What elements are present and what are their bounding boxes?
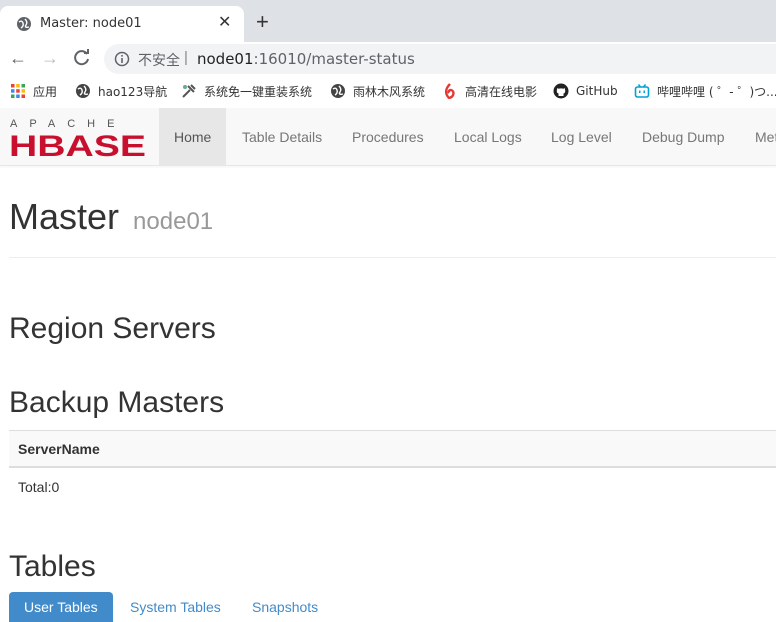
github-icon [553, 83, 569, 99]
bookmark-label: 雨林木风系统 [353, 84, 426, 99]
region-servers-heading: Region Servers [9, 312, 216, 345]
globe-icon [76, 84, 90, 98]
globe-icon [17, 17, 31, 31]
bookmark-label: 应用 [33, 84, 58, 99]
tab-user-tables[interactable]: User Tables [9, 592, 113, 622]
url-host: node01 [197, 50, 254, 68]
bookmark-label: 高清在线电影 [465, 84, 538, 99]
tables-heading: Tables [9, 550, 96, 583]
bookmark-movies[interactable]: 高清在线电影 [442, 82, 537, 100]
video-icon [444, 83, 455, 99]
nav-debug-dump[interactable]: Debug Dump [627, 108, 740, 165]
bookmarks-bar: 应用 hao123导航 系统免一键重装系统 雨林木风系统 高清在线电影 GitH… [0, 74, 776, 109]
apps-grid-icon [11, 84, 25, 98]
url-text[interactable]: node01:16010/master-status [197, 50, 415, 68]
tables-tabs: User Tables System Tables Snapshots [9, 592, 776, 622]
separator: | [184, 49, 188, 66]
bookmark-github[interactable]: GitHub [553, 82, 618, 100]
bookmark-hao123[interactable]: hao123导航 [75, 82, 167, 100]
nav-metrics[interactable]: Met [740, 108, 776, 165]
bookmark-label: 哔哩哔哩 ( ゜- ゜)つ... [657, 84, 776, 99]
reload-icon[interactable] [72, 48, 92, 68]
logo-apache: APACHE [10, 118, 126, 130]
tab-title: Master: node01 [40, 16, 142, 31]
hbase-navbar: APACHE HBASE Home Table Details Procedur… [0, 108, 776, 166]
tab-snapshots[interactable]: Snapshots [237, 592, 333, 622]
bookmark-apps[interactable]: 应用 [10, 82, 57, 100]
nav-table-details[interactable]: Table Details [227, 108, 337, 165]
bookmark-label: hao123导航 [98, 84, 168, 99]
backup-masters-heading: Backup Masters [9, 386, 225, 419]
info-icon[interactable] [114, 51, 130, 67]
address-bar[interactable]: 不安全 | node01:16010/master-status [104, 44, 776, 74]
page-title-text: Master [9, 196, 120, 237]
browser-tab[interactable]: Master: node01 ✕ [0, 6, 244, 42]
globe-icon [331, 84, 345, 98]
insecure-label: 不安全 [138, 53, 180, 69]
back-button[interactable]: ← [8, 48, 28, 68]
nav-home[interactable]: Home [159, 108, 227, 165]
table-row-total: Total:0 [18, 479, 60, 495]
page-subtitle: node01 [133, 208, 214, 235]
bookmark-reinstall[interactable]: 系统免一键重装系统 [181, 82, 312, 100]
logo-hbase: HBASE [10, 130, 146, 159]
bookmark-label: 系统免一键重装系统 [204, 84, 313, 99]
bilibili-icon [634, 84, 650, 98]
close-icon[interactable]: ✕ [218, 13, 231, 33]
divider [9, 257, 776, 258]
url-path: :16010/master-status [253, 50, 415, 68]
new-tab-button[interactable]: + [256, 10, 269, 34]
browser-toolbar: ← → 不安全 | node01:16010/master-status [0, 42, 776, 74]
nav-local-logs[interactable]: Local Logs [439, 108, 537, 165]
forward-button[interactable]: → [40, 48, 60, 68]
browser-tab-bar: Master: node01 ✕ + [0, 0, 776, 42]
page-title: Master node01 [9, 196, 213, 238]
tool-icon [182, 84, 196, 98]
nav-procedures[interactable]: Procedures [337, 108, 439, 165]
nav-log-level[interactable]: Log Level [536, 108, 627, 165]
tab-system-tables[interactable]: System Tables [115, 592, 236, 622]
bookmark-bilibili[interactable]: 哔哩哔哩 ( ゜- ゜)つ... [634, 82, 776, 100]
bookmark-ylmf[interactable]: 雨林木风系统 [330, 82, 425, 100]
hbase-logo[interactable]: APACHE HBASE [10, 115, 148, 159]
bookmark-label: GitHub [576, 84, 618, 98]
table-header-servername: ServerName [9, 430, 776, 468]
backup-masters-table: ServerName Total:0 [9, 430, 776, 506]
